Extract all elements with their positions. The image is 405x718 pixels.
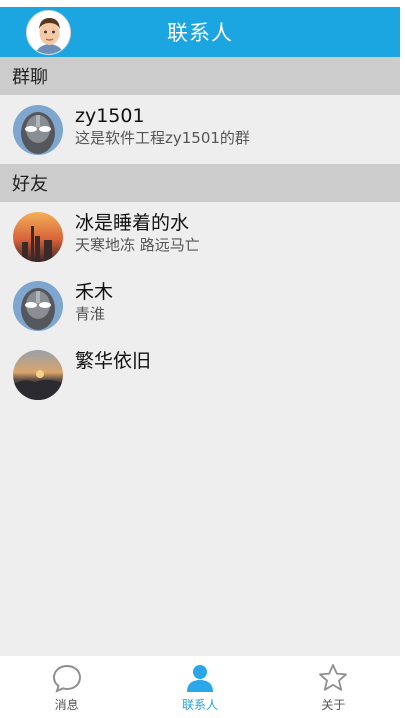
nav-label: 消息 — [54, 698, 79, 712]
nav-item-about[interactable]: 关于 — [267, 656, 400, 718]
group-avatar — [13, 105, 63, 155]
section-header-friends: 好友 — [0, 164, 400, 202]
misty-sunset-avatar-icon — [13, 350, 63, 400]
app-screen: 联系人 群聊 zy1501 这是软件工程zy1501的群 好友 冰是睡着的水 天… — [0, 0, 400, 718]
list-item-friend-1[interactable]: 冰是睡着的水 天寒地冻 路远马亡 — [0, 202, 400, 271]
contact-subtitle: 青淮 — [75, 305, 106, 323]
friend-avatar — [13, 350, 63, 400]
page-title: 联系人 — [167, 21, 233, 45]
nav-item-contacts[interactable]: 联系人 — [133, 656, 266, 718]
list-item-friend-3[interactable]: 繁华依旧 — [0, 340, 400, 409]
contact-name: 禾木 — [75, 281, 114, 303]
nav-label: 联系人 — [181, 698, 218, 712]
user-avatar[interactable] — [26, 10, 71, 55]
list-item-group-zy1501[interactable]: zy1501 这是软件工程zy1501的群 — [0, 95, 400, 164]
contact-subtitle: 天寒地冻 路远马亡 — [75, 236, 200, 254]
list-item-friend-2[interactable]: 禾木 青淮 — [0, 271, 400, 340]
sunset-city-avatar-icon — [13, 212, 63, 262]
contact-subtitle: 这是软件工程zy1501的群 — [75, 129, 250, 147]
robot-mask-avatar-icon — [13, 105, 63, 155]
app-header: 联系人 — [0, 7, 400, 57]
section-header-groups: 群聊 — [0, 57, 400, 95]
nav-item-messages[interactable]: 消息 — [0, 656, 133, 718]
top-strip — [0, 0, 400, 7]
friend-avatar — [13, 212, 63, 262]
right-margin — [400, 0, 405, 718]
person-icon — [186, 665, 213, 692]
chat-bubble-icon — [52, 664, 81, 693]
contact-name: 繁华依旧 — [75, 350, 152, 372]
star-icon — [319, 664, 348, 691]
nav-label: 关于 — [321, 698, 346, 712]
cartoon-man-avatar-icon — [27, 11, 70, 54]
contact-name: zy1501 — [75, 105, 145, 127]
bottom-navigation: 消息 联系人 关于 — [0, 656, 400, 718]
contact-name: 冰是睡着的水 — [75, 212, 190, 234]
friend-avatar — [13, 281, 63, 331]
robot-mask-avatar-icon — [13, 281, 63, 331]
